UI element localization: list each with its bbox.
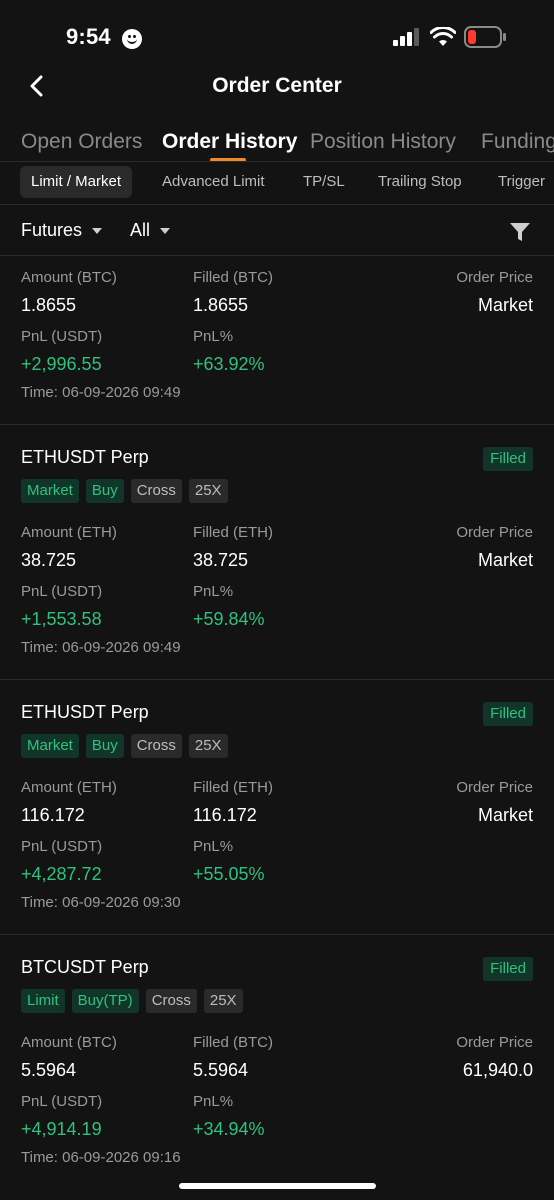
order-price-label: Order Price bbox=[456, 1034, 533, 1051]
sub-tabs: Limit / Market Advanced Limit TP/SL Trai… bbox=[0, 166, 554, 200]
symbol-select[interactable]: All bbox=[130, 220, 171, 241]
filled-label: Filled (ETH) bbox=[193, 524, 274, 541]
order-time: Time: 06-09-2026 09:16 bbox=[21, 1149, 181, 1166]
filled-value: 38.725 bbox=[193, 550, 249, 570]
filled-label: Filled (ETH) bbox=[193, 779, 274, 796]
status-badge: Filled bbox=[483, 957, 533, 981]
order-price-value: 61,940.0 bbox=[462, 1060, 533, 1080]
status-badge: Filled bbox=[483, 702, 533, 726]
amount-value: 1.8655 bbox=[21, 295, 77, 315]
subtab-trigger[interactable]: Trigger bbox=[498, 166, 545, 198]
amount-value: 5.5964 bbox=[21, 1060, 77, 1080]
margin-mode-tag: Cross bbox=[145, 989, 197, 1013]
order-type-tag: Limit bbox=[21, 989, 65, 1013]
order-card[interactable]: ETHUSDT Perp Filled Market Buy Cross 25X… bbox=[0, 680, 554, 935]
leverage-tag: 25X bbox=[188, 734, 228, 758]
pnl-label: PnL (USDT) bbox=[21, 1093, 103, 1110]
subtab-trailing-stop[interactable]: Trailing Stop bbox=[378, 166, 462, 198]
cellular-signal-icon bbox=[393, 28, 419, 46]
order-pair: ETHUSDT Perp bbox=[21, 447, 149, 467]
subtab-tpsl[interactable]: TP/SL bbox=[303, 166, 345, 198]
caret-down-icon bbox=[92, 227, 103, 234]
order-card[interactable]: Amount (BTC) Filled (BTC) Order Price 1.… bbox=[0, 256, 554, 425]
pnl-value: +1,553.58 bbox=[21, 609, 102, 629]
divider bbox=[0, 204, 554, 205]
amount-label: Amount (ETH) bbox=[21, 524, 117, 541]
order-price-value: Market bbox=[477, 805, 533, 825]
pnl-value: +4,914.19 bbox=[21, 1119, 102, 1139]
divider bbox=[0, 161, 554, 162]
pnl-label: PnL (USDT) bbox=[21, 583, 103, 600]
order-pair: BTCUSDT Perp bbox=[21, 957, 149, 977]
pnl-label: PnL (USDT) bbox=[21, 838, 103, 855]
battery-low-icon bbox=[464, 26, 506, 48]
pnl-value: +2,996.55 bbox=[21, 354, 102, 374]
home-indicator[interactable] bbox=[179, 1183, 376, 1189]
order-price-value: Market bbox=[477, 295, 533, 315]
pnl-label: PnL (USDT) bbox=[21, 328, 103, 345]
order-type-tag: Market bbox=[21, 734, 79, 758]
amount-value: 116.172 bbox=[21, 805, 85, 825]
pnl-pct-label: PnL% bbox=[193, 583, 234, 600]
market-type-value: Futures bbox=[21, 220, 83, 240]
filled-value: 5.5964 bbox=[193, 1060, 249, 1080]
pnl-pct-value: +63.92% bbox=[193, 354, 265, 374]
amount-value: 38.725 bbox=[21, 550, 77, 570]
order-tags: Market Buy Cross 25X bbox=[21, 479, 228, 503]
margin-mode-tag: Cross bbox=[130, 734, 182, 758]
order-card[interactable]: BTCUSDT Perp Filled Limit Buy(TP) Cross … bbox=[0, 935, 554, 1190]
filled-value: 1.8655 bbox=[193, 295, 249, 315]
status-time: 9:54 bbox=[66, 24, 111, 49]
order-tags: Limit Buy(TP) Cross 25X bbox=[21, 989, 243, 1013]
pnl-pct-label: PnL% bbox=[193, 1093, 234, 1110]
amount-label: Amount (BTC) bbox=[21, 269, 117, 286]
order-tags: Market Buy Cross 25X bbox=[21, 734, 228, 758]
pnl-pct-value: +55.05% bbox=[193, 864, 265, 884]
pnl-value: +4,287.72 bbox=[21, 864, 102, 884]
symbol-value: All bbox=[130, 220, 151, 240]
filter-bar: Futures All bbox=[0, 208, 554, 254]
filled-label: Filled (BTC) bbox=[193, 269, 274, 286]
order-price-label: Order Price bbox=[456, 524, 533, 541]
order-pair: ETHUSDT Perp bbox=[21, 702, 149, 722]
market-type-select[interactable]: Futures bbox=[21, 220, 103, 241]
order-type-tag: Market bbox=[21, 479, 79, 503]
subtab-limit-market[interactable]: Limit / Market bbox=[20, 166, 133, 198]
pnl-pct-value: +34.94% bbox=[193, 1119, 265, 1139]
order-price-label: Order Price bbox=[456, 779, 533, 796]
main-tabs: Open Orders Order History Position Histo… bbox=[0, 128, 554, 162]
order-card[interactable]: ETHUSDT Perp Filled Market Buy Cross 25X… bbox=[0, 425, 554, 680]
margin-mode-tag: Cross bbox=[130, 479, 182, 503]
order-time: Time: 06-09-2026 09:49 bbox=[21, 384, 181, 401]
order-time: Time: 06-09-2026 09:49 bbox=[21, 639, 181, 656]
tab-order-history[interactable]: Order History bbox=[162, 130, 297, 154]
amount-label: Amount (ETH) bbox=[21, 779, 117, 796]
status-badge: Filled bbox=[483, 447, 533, 471]
order-side-tag: Buy bbox=[85, 479, 124, 503]
leverage-tag: 25X bbox=[203, 989, 243, 1013]
pnl-pct-label: PnL% bbox=[193, 328, 234, 345]
focus-mode-icon bbox=[122, 29, 142, 49]
tab-position-history[interactable]: Position History bbox=[310, 130, 456, 154]
order-side-tag: Buy(TP) bbox=[71, 989, 139, 1013]
pnl-pct-label: PnL% bbox=[193, 838, 234, 855]
order-side-tag: Buy bbox=[85, 734, 124, 758]
tab-funding[interactable]: Funding bbox=[481, 130, 554, 154]
subtab-advanced-limit[interactable]: Advanced Limit bbox=[162, 166, 265, 198]
order-price-label: Order Price bbox=[456, 269, 533, 286]
tab-open-orders[interactable]: Open Orders bbox=[21, 130, 142, 154]
filter-funnel-icon[interactable] bbox=[508, 220, 532, 244]
filled-label: Filled (BTC) bbox=[193, 1034, 274, 1051]
status-bar: 9:54 bbox=[0, 0, 554, 60]
page-title: Order Center bbox=[212, 74, 342, 97]
leverage-tag: 25X bbox=[188, 479, 228, 503]
pnl-pct-value: +59.84% bbox=[193, 609, 265, 629]
order-time: Time: 06-09-2026 09:30 bbox=[21, 894, 181, 911]
amount-label: Amount (BTC) bbox=[21, 1034, 117, 1051]
wifi-icon bbox=[430, 27, 456, 46]
filled-value: 116.172 bbox=[193, 805, 257, 825]
order-price-value: Market bbox=[477, 550, 533, 570]
caret-down-icon bbox=[160, 227, 171, 234]
header: Order Center bbox=[0, 62, 554, 108]
